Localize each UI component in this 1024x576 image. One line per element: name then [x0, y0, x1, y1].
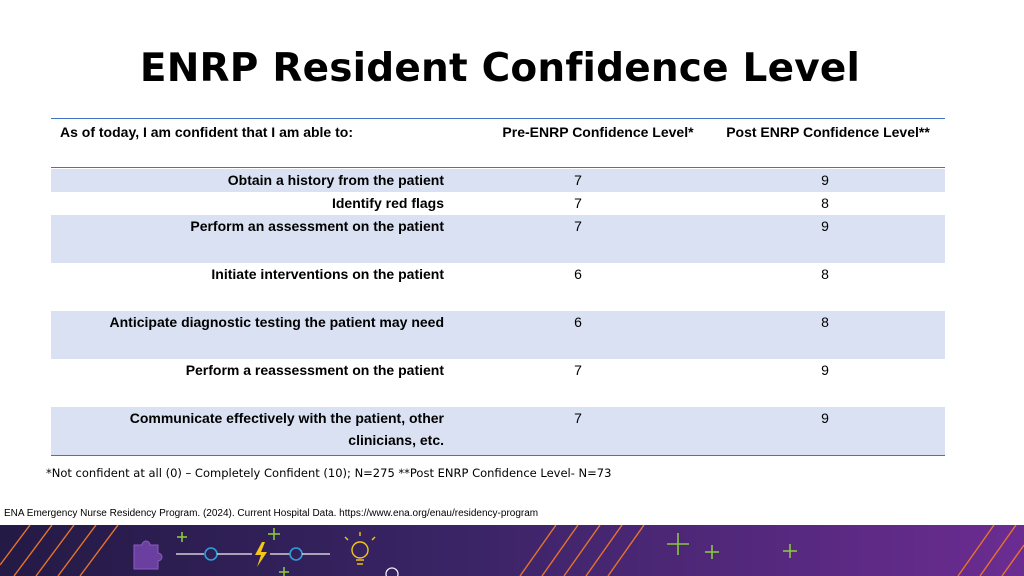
- row-statement: Initiate interventions on the patient: [211, 266, 444, 282]
- table-row: Identify red flags 7 8: [51, 192, 945, 215]
- table-header-row: As of today, I am confident that I am ab…: [51, 119, 945, 168]
- page-title: ENRP Resident Confidence Level: [139, 46, 861, 91]
- header-pre: Pre-ENRP Confidence Level*: [502, 124, 694, 140]
- table-row: Anticipate diagnostic testing the patien…: [51, 311, 945, 359]
- row-statement: Anticipate diagnostic testing the patien…: [109, 314, 445, 330]
- table-row: Perform an assessment on the patient 7 9: [51, 215, 945, 263]
- row-statement: Communicate effectively with the patient…: [129, 410, 444, 448]
- row-pre: 6: [574, 266, 582, 282]
- row-post: 8: [821, 314, 829, 330]
- row-pre: 7: [574, 218, 582, 234]
- row-post: 9: [821, 218, 829, 234]
- row-pre: 7: [574, 172, 582, 188]
- header-post: Post ENRP Confidence Level**: [726, 124, 930, 140]
- footnote: *Not confident at all (0) – Completely C…: [46, 466, 612, 480]
- row-statement: Obtain a history from the patient: [227, 172, 444, 188]
- puzzle-icon: [133, 540, 163, 570]
- row-pre: 6: [574, 314, 582, 330]
- row-pre: 7: [574, 195, 582, 211]
- table-row: Initiate interventions on the patient 6 …: [51, 263, 945, 311]
- decorative-banner: [0, 525, 1024, 576]
- table-row: Perform a reassessment on the patient 7 …: [51, 359, 945, 407]
- banner-graphic: [0, 525, 1024, 576]
- row-statement: Perform an assessment on the patient: [190, 218, 444, 234]
- row-post: 9: [821, 172, 829, 188]
- row-pre: 7: [574, 410, 582, 426]
- table-row: Communicate effectively with the patient…: [51, 407, 945, 455]
- row-post: 8: [821, 195, 829, 211]
- row-post: 8: [821, 266, 829, 282]
- row-post: 9: [821, 362, 829, 378]
- source-citation: ENA Emergency Nurse Residency Program. (…: [4, 508, 539, 519]
- confidence-table: As of today, I am confident that I am ab…: [51, 118, 945, 456]
- row-post: 9: [821, 410, 829, 426]
- row-statement: Perform a reassessment on the patient: [185, 362, 444, 378]
- row-statement: Identify red flags: [331, 195, 444, 211]
- table-row: Obtain a history from the patient 7 9: [51, 169, 945, 192]
- header-statement: As of today, I am confident that I am ab…: [60, 124, 353, 140]
- row-pre: 7: [574, 362, 582, 378]
